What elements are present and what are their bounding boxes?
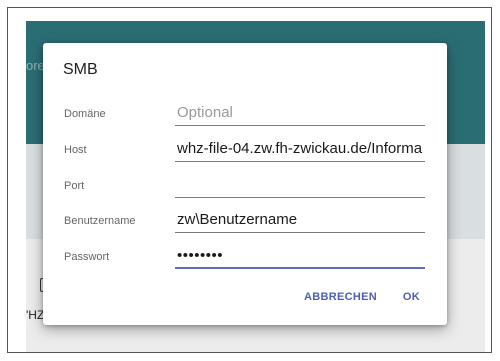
- port-input[interactable]: [175, 172, 425, 198]
- username-input[interactable]: [175, 207, 425, 233]
- password-label: Passwort: [64, 251, 110, 263]
- smb-dialog: SMB Domäne Host Port Benutzername Passwo…: [43, 43, 447, 325]
- port-row: Port: [43, 172, 447, 202]
- domain-label: Domäne: [64, 108, 106, 120]
- domain-input[interactable]: [175, 100, 425, 126]
- username-label: Benutzername: [64, 215, 136, 227]
- host-row: Host: [43, 136, 447, 166]
- password-input[interactable]: [175, 243, 425, 269]
- host-input[interactable]: [175, 136, 425, 162]
- dialog-actions: ABBRECHEN OK: [43, 291, 447, 311]
- password-row: Passwort: [43, 243, 447, 273]
- ok-button[interactable]: OK: [403, 291, 420, 303]
- port-label: Port: [64, 180, 85, 192]
- cancel-button[interactable]: ABBRECHEN: [304, 291, 377, 303]
- host-label: Host: [64, 144, 87, 156]
- dialog-title: SMB: [63, 61, 98, 78]
- username-row: Benutzername: [43, 207, 447, 237]
- screenshot-frame: orer 'HZ-S SMB Domäne Host Port Benutzer…: [7, 7, 492, 353]
- domain-row: Domäne: [43, 100, 447, 130]
